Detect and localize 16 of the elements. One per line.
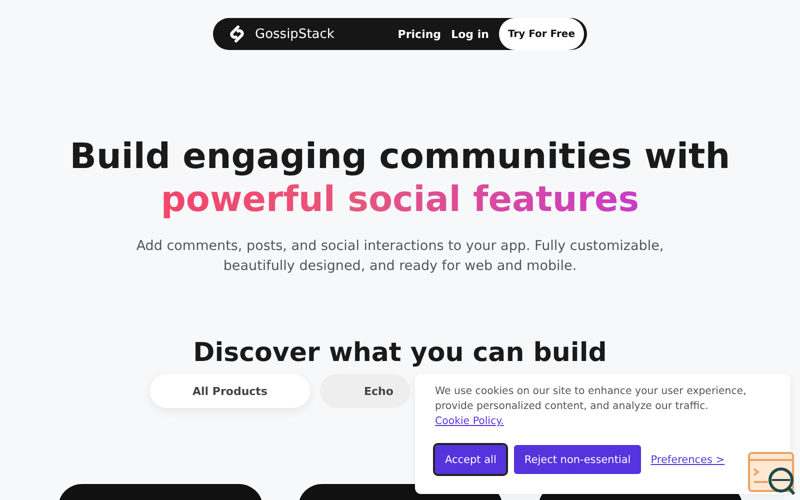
hero-subtitle: Add comments, posts, and social interactions to your app. Fully customizable, beautifully designed, and ready for web and mobile. — [135, 237, 665, 276]
accept-all-button[interactable]: Accept all — [435, 445, 506, 474]
nav-link[interactable]: Log in — [451, 28, 489, 40]
product-tab[interactable]: Echo — [320, 374, 410, 408]
section-heading: Discover what you can build — [193, 338, 607, 368]
cookie-message: We use cookies on our site to enhance your user experience, provide personalized content, and analyze our traffic. Cookie Policy. — [435, 385, 748, 429]
logo-icon — [227, 24, 247, 44]
try-for-free-button[interactable]: Try For Free — [498, 18, 584, 50]
browser-search-icon[interactable] — [748, 452, 796, 498]
reject-button[interactable]: Reject non-essential — [514, 445, 641, 474]
brand-name[interactable]: GossipStack — [255, 26, 334, 42]
preferences-link[interactable]: Preferences > — [650, 454, 725, 466]
cookie-policy-link[interactable]: Cookie Policy. — [435, 416, 504, 427]
nav-link[interactable]: Pricing — [398, 28, 442, 40]
hero-heading: Build engaging communities with powerful social features — [70, 136, 730, 222]
product-tab[interactable]: All Products — [150, 374, 310, 408]
